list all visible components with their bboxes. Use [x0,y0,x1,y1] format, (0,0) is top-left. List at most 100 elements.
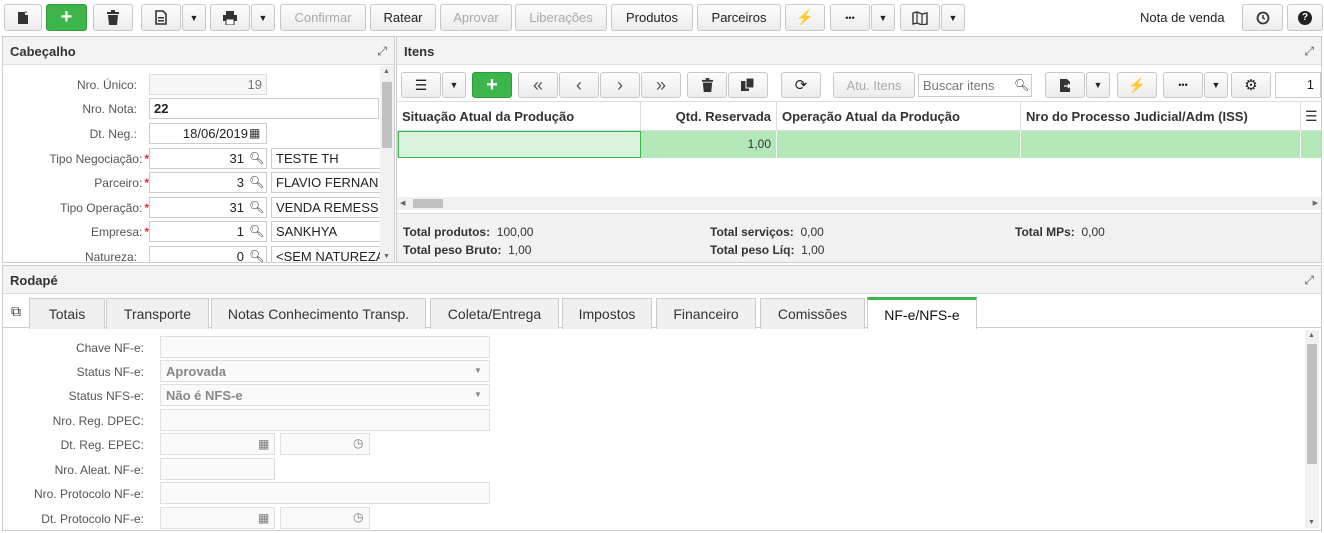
ratear-button[interactable]: Ratear [370,4,436,31]
list-view-dropdown-button[interactable]: ▼ [442,72,466,98]
scroll-left-arrow[interactable]: ◀ [400,199,405,207]
calendar-icon[interactable]: ▦ [249,126,260,140]
search-icon[interactable]: 🔍︎ [249,249,264,262]
atu-items-button[interactable]: Atu. Itens [833,72,915,98]
export-dropdown-button[interactable]: ▼ [1086,72,1110,98]
confirm-button[interactable]: Confirmar [280,4,366,31]
tab-nfe-nfse[interactable]: NF-e/NFS-e [867,297,977,329]
scroll-down-arrow[interactable]: ▼ [1308,519,1315,526]
label-status-nfe: Status NF-e: [76,365,144,379]
scrollbar-thumb[interactable] [413,199,443,208]
items-more-dropdown-button[interactable]: ▼ [1204,72,1228,98]
caret-down-icon[interactable]: ▼ [474,390,482,399]
map-dropdown-button[interactable]: ▼ [941,4,965,31]
tab-comissoes[interactable]: Comissões [760,298,865,329]
cell-qtd-reservada[interactable]: 1,00 [641,131,777,158]
actions-button[interactable]: ⚡ [785,4,825,31]
copy-item-button[interactable] [728,72,768,98]
items-more-button[interactable]: ••• [1163,72,1203,98]
clock-icon[interactable]: ◷ [353,510,363,524]
scroll-down-arrow[interactable]: ▼ [383,253,390,260]
more-dropdown-button[interactable]: ▼ [871,4,895,31]
tab-transporte[interactable]: Transporte [106,298,209,329]
settings-button[interactable]: ⚙ [1231,72,1271,98]
expand-icon[interactable]: ⤢ [377,44,387,59]
expand-icon[interactable]: ⤢ [1304,273,1314,288]
calendar-icon[interactable]: ▦ [258,511,269,525]
print-button[interactable] [210,4,250,31]
delete-item-button[interactable] [687,72,727,98]
label-status-nfse: Status NFS-e: [68,389,144,403]
search-icon[interactable]: 🔍︎ [249,224,264,238]
map-button[interactable] [900,4,940,31]
more-dots-icon: ••• [1178,80,1188,90]
reg-dpec-field[interactable] [160,409,490,431]
col-situacao[interactable]: Situação Atual da Produção [397,102,641,132]
nro-unico-field[interactable]: 19 [149,74,267,95]
label-tipo-operacao: Tipo Operação: * [60,201,149,215]
status-nfse-select[interactable]: Não é NFS-e [160,384,490,406]
search-icon[interactable]: 🔍︎ [249,200,264,214]
products-button[interactable]: Produtos [611,4,693,31]
first-page-button[interactable]: « [518,72,558,98]
scroll-up-arrow[interactable]: ▲ [1308,332,1315,339]
cell-situacao[interactable] [398,131,641,158]
header-scrollbar[interactable]: ▲ ▼ [380,66,394,262]
items-totals: Total produtos: 100,00 Total peso Bruto:… [397,213,1321,262]
new-document-button[interactable] [4,4,42,31]
add-button[interactable]: + [46,4,87,31]
print-dropdown-button[interactable]: ▼ [251,4,275,31]
export-button[interactable] [1045,72,1085,98]
tab-impostos[interactable]: Impostos [562,298,652,329]
approve-button[interactable]: Aprovar [440,4,512,31]
scroll-right-arrow[interactable]: ▶ [1313,199,1318,207]
label-dt-protocolo: Dt. Protocolo NF-e: [41,512,144,526]
tab-coleta-entrega[interactable]: Coleta/Entrega [430,298,559,329]
status-nfe-select[interactable]: Aprovada [160,360,490,382]
table-row[interactable]: 1,00 [397,131,1321,158]
calendar-icon[interactable]: ▦ [258,437,269,451]
tab-totais[interactable]: Totais [29,298,105,329]
releases-button[interactable]: Liberações [515,4,607,31]
label-reg-dpec: Nro. Reg. DPEC: [52,414,144,428]
tab-financeiro[interactable]: Financeiro [656,298,756,329]
scrollbar-thumb[interactable] [1307,344,1317,464]
cell-processo[interactable] [1021,131,1301,158]
report-button[interactable] [141,4,181,31]
partners-button[interactable]: Parceiros [697,4,781,31]
scrollbar-thumb[interactable] [382,82,392,148]
more-button[interactable]: ••• [830,4,870,31]
caret-down-icon[interactable]: ▼ [474,366,482,375]
items-hscrollbar[interactable]: ◀ ▶ [397,197,1321,210]
chave-nfe-field[interactable] [160,336,490,358]
delete-button[interactable] [93,4,133,31]
items-actions-button[interactable]: ⚡ [1117,72,1157,98]
col-processo[interactable]: Nro do Processo Judicial/Adm (ISS) [1021,102,1301,132]
add-item-button[interactable]: + [472,72,512,98]
search-icon[interactable]: 🔍︎ [1014,78,1029,92]
copy-tabs-icon[interactable]: ⧉ [11,303,21,320]
next-page-button[interactable]: › [600,72,640,98]
clock-icon[interactable]: ◷ [353,436,363,450]
col-operacao[interactable]: Operação Atual da Produção [777,102,1021,132]
reload-items-button[interactable]: ⟳ [781,72,821,98]
last-page-button[interactable]: » [641,72,681,98]
scroll-up-arrow[interactable]: ▲ [383,68,390,75]
help-button[interactable]: ? [1287,4,1323,31]
report-dropdown-button[interactable]: ▼ [182,4,206,31]
col-qtd-reservada[interactable]: Qtd. Reservada [641,102,777,132]
list-view-button[interactable]: ☰ [401,72,441,98]
aleat-nfe-field[interactable] [160,458,275,480]
page-number-input[interactable]: 1 [1275,72,1321,98]
tab-notas-conhecimento[interactable]: Notas Conhecimento Transp. [211,298,426,329]
cell-operacao[interactable] [777,131,1021,158]
prev-page-button[interactable]: ‹ [559,72,599,98]
refresh-button[interactable] [1242,4,1283,31]
columns-menu-icon[interactable]: ☰ [1305,108,1318,125]
expand-icon[interactable]: ⤢ [1304,44,1314,59]
search-icon[interactable]: 🔍︎ [249,175,264,189]
search-icon[interactable]: 🔍︎ [249,151,264,165]
nro-nota-field[interactable]: 22 [149,98,379,119]
protocolo-nfe-field[interactable] [160,482,490,504]
footer-scrollbar[interactable]: ▲ ▼ [1305,330,1319,528]
